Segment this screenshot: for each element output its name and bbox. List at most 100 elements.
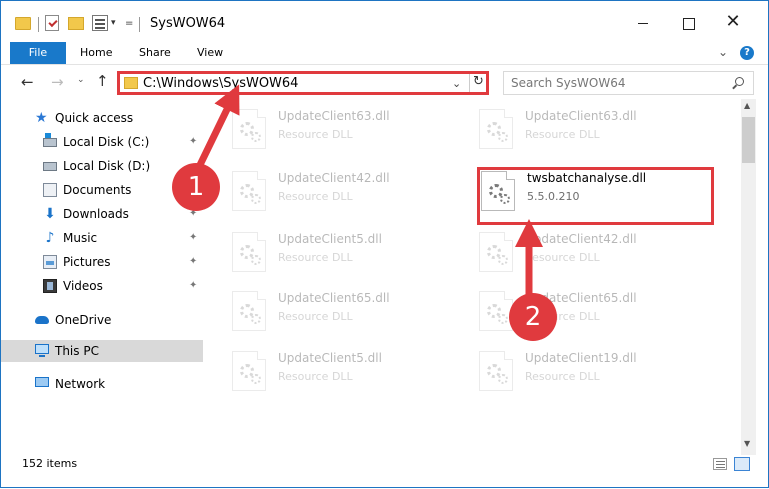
divider [38,17,39,32]
file-type: Resource DLL [525,128,600,141]
expand-ribbon-icon[interactable]: ⌄ [718,45,728,59]
refresh-button[interactable]: ↻ [473,74,484,89]
pin-icon[interactable]: ✦ [189,251,197,273]
tab-share[interactable]: Share [139,42,171,64]
sidebar-item-label: Documents [63,183,132,197]
dll-file-icon [232,109,266,149]
file-type: Resource DLL [278,251,353,264]
search-icon[interactable] [735,77,744,86]
file-type: Resource DLL [525,251,600,264]
maximize-button[interactable] [676,11,700,35]
sidebar-item-music[interactable]: ♪ Music ✦ [1,227,203,249]
window-title: SysWOW64 [150,16,226,31]
dll-file-icon [232,291,266,331]
status-bar: 152 items [1,455,768,487]
tab-home[interactable]: Home [80,42,112,64]
file-name: UpdateClient19.dll [525,351,637,365]
pin-icon[interactable]: ✦ [189,131,197,153]
file-name: UpdateClient42.dll [525,232,637,246]
navigation-bar: ← → ⌄ ↑ C:\Windows\SysWOW64 ⌄ ↻ Search S… [1,65,768,99]
customize-quick-access-button[interactable]: = [125,18,133,29]
search-input[interactable]: Search SysWOW64 [503,71,754,95]
pin-icon[interactable]: ✦ [189,227,197,249]
step-2-marker: 2 [509,293,557,341]
sidebar-item-pictures[interactable]: Pictures ✦ [1,251,203,273]
back-button[interactable]: ← [21,73,34,91]
address-bar[interactable]: C:\Windows\SysWOW64 ⌄ ↻ [117,71,489,95]
drive-icon [43,162,57,171]
dll-file-icon [232,232,266,272]
details-view-icon[interactable] [713,458,727,470]
file-item[interactable]: UpdateClient19.dll Resource DLL [479,349,719,397]
properties-check-icon[interactable] [45,15,59,31]
sidebar-item-label: Music [63,231,98,245]
sidebar-item-local-disk-d[interactable]: Local Disk (D:) [1,155,203,177]
help-icon[interactable]: ? [740,46,754,60]
ribbon: File Home Share View ⌄ ? [1,41,768,65]
dll-file-icon [232,351,266,391]
recent-locations-button[interactable]: ⌄ [77,75,85,85]
file-name: UpdateClient63.dll [278,109,390,123]
computer-icon [35,344,49,357]
sidebar-item-label: Local Disk (D:) [63,159,151,173]
pin-icon[interactable]: ✦ [189,275,197,297]
network-icon [35,377,49,387]
dll-file-icon [479,232,513,272]
file-item[interactable]: UpdateClient63.dll Resource DLL [232,107,472,155]
sidebar-item-network[interactable]: Network [1,373,203,395]
folder-icon[interactable] [15,17,31,30]
sidebar-item-downloads[interactable]: ⬇ Downloads ✦ [1,203,203,225]
file-item[interactable]: UpdateClient42.dll Resource DLL [232,169,472,217]
address-path[interactable]: C:\Windows\SysWOW64 [143,76,298,91]
up-button[interactable]: ↑ [96,72,109,90]
file-item[interactable]: UpdateClient5.dll Resource DLL [232,230,472,278]
explorer-window: ▾ = SysWOW64 ✕ File Home Share View ⌄ ? … [0,0,769,488]
sidebar-item-label: Downloads [63,207,129,221]
scroll-up-icon[interactable]: ▲ [744,101,750,110]
forward-button[interactable]: → [51,73,64,91]
tab-file[interactable]: File [10,42,66,64]
file-name: UpdateClient63.dll [525,109,637,123]
divider [139,17,140,32]
sidebar-item-label: OneDrive [55,313,112,327]
tab-view[interactable]: View [197,42,223,64]
star-icon: ★ [35,110,48,126]
file-item[interactable]: UpdateClient42.dll Resource DLL [479,230,719,278]
step-1-marker: 1 [172,163,220,211]
file-type: Resource DLL [278,190,353,203]
sidebar-item-onedrive[interactable]: OneDrive [1,309,203,331]
chevron-down-icon[interactable]: ▾ [111,18,116,28]
sidebar-item-local-disk-c[interactable]: Local Disk (C:) ✦ [1,131,203,153]
sidebar-item-quick-access[interactable]: ★ Quick access [1,107,203,129]
file-item[interactable]: UpdateClient5.dll Resource DLL [232,349,472,397]
file-list: UpdateClient63.dll Resource DLL UpdateCl… [209,99,741,449]
sidebar-item-this-pc[interactable]: This PC [1,340,203,362]
dll-file-icon [232,171,266,211]
large-icons-view-icon[interactable] [734,457,750,471]
properties-icon[interactable] [92,15,108,31]
item-count: 152 items [22,457,78,470]
dll-file-icon [479,291,513,331]
file-type: Resource DLL [278,128,353,141]
address-history-button[interactable]: ⌄ [452,77,461,90]
file-name: UpdateClient5.dll [278,232,382,246]
vertical-scrollbar[interactable]: ▲ ▼ [741,99,756,455]
documents-icon [43,183,57,197]
sidebar-item-label: Network [55,377,106,391]
close-button[interactable]: ✕ [721,11,745,35]
new-folder-icon[interactable] [68,17,84,30]
scroll-down-icon[interactable]: ▼ [744,439,750,448]
file-item[interactable]: UpdateClient65.dll Resource DLL [232,289,472,337]
file-item[interactable]: UpdateClient63.dll Resource DLL [479,107,719,155]
pictures-icon [43,255,57,269]
divider [469,74,470,92]
file-type: Resource DLL [525,370,600,383]
file-name: UpdateClient42.dll [278,171,390,185]
minimize-button[interactable] [631,11,655,35]
sidebar-item-videos[interactable]: Videos ✦ [1,275,203,297]
sidebar-item-label: Quick access [55,111,134,125]
folder-icon [124,77,138,89]
scroll-thumb[interactable] [742,117,755,163]
navigation-pane: ★ Quick access Local Disk (C:) ✦ Local D… [1,99,206,449]
file-type: Resource DLL [278,370,353,383]
